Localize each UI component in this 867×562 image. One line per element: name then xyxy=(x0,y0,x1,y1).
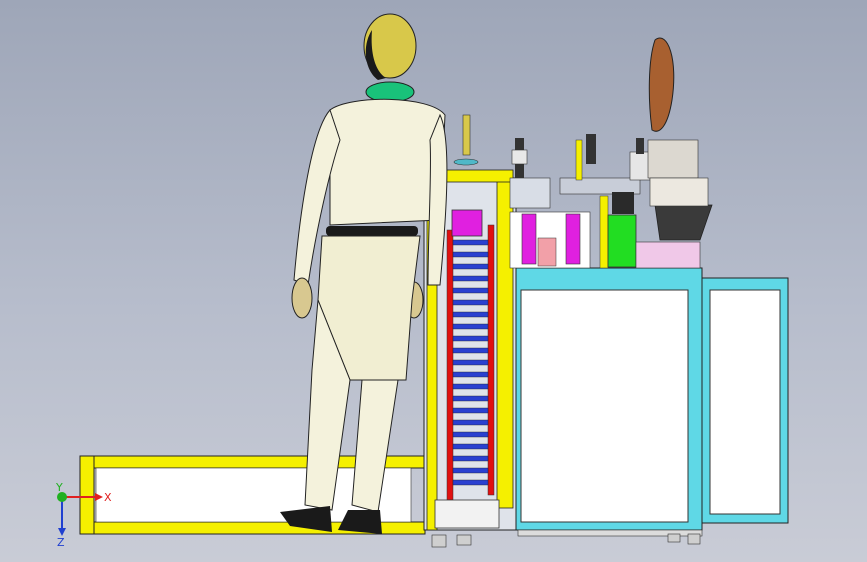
conveyor-slat xyxy=(452,371,489,378)
conveyor-slat xyxy=(452,287,489,294)
top-machinery xyxy=(509,37,713,269)
conveyor-slat xyxy=(452,239,489,246)
triad-y-label: Y xyxy=(55,481,63,494)
conveyor-slat xyxy=(452,431,489,438)
conveyor-slat xyxy=(452,419,489,426)
cad-viewport[interactable]: X Y Z xyxy=(0,0,867,562)
conveyor-slat xyxy=(452,395,489,402)
conveyor-slat xyxy=(452,479,489,486)
conveyor-slat xyxy=(452,299,489,306)
triad-z-label: Z xyxy=(57,536,65,549)
conveyor-slat xyxy=(452,335,489,342)
cabinet-main xyxy=(511,267,703,545)
assembly-drawing: X Y Z xyxy=(55,13,789,549)
conveyor-slat xyxy=(452,443,489,450)
conveyor-slat xyxy=(452,455,489,462)
conveyor-slat xyxy=(452,359,489,366)
conveyor-slat xyxy=(452,251,489,258)
conveyor-slats xyxy=(452,239,489,486)
conveyor-slat xyxy=(452,347,489,354)
conveyor-slat xyxy=(452,275,489,282)
conveyor-slat xyxy=(452,467,489,474)
conveyor-slat xyxy=(452,263,489,270)
conveyor-slat xyxy=(452,311,489,318)
conveyor-slat xyxy=(452,407,489,414)
triad-x-label: X xyxy=(104,491,112,504)
cabinet-right xyxy=(699,277,789,524)
conveyor-slat xyxy=(452,323,489,330)
conveyor-slat xyxy=(452,383,489,390)
